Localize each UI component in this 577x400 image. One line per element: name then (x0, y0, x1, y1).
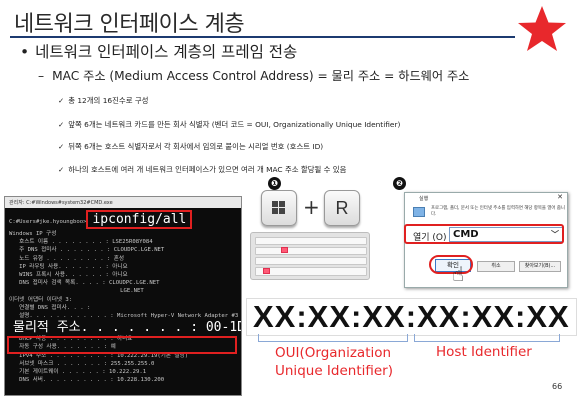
check-icon: ✓ (58, 142, 65, 151)
hand-cursor-icon: ☝ (452, 262, 465, 286)
win-key-highlight (263, 268, 270, 274)
cancel-button[interactable]: 취소 (477, 261, 515, 272)
cmd-line: WINS 프록시 사용. . . . . . : 아니요 (9, 272, 128, 279)
check-item: ✓ 앞쪽 6개는 네트워크 카드를 만든 회사 식별자 (벤더 코드 = OUI,… (58, 119, 400, 130)
step1-badge-text: ❶ (271, 179, 278, 188)
cmd-line: 서브넷 마스크 . . . . . . . : 255.255.255.0 (9, 360, 155, 367)
check-icon: ✓ (58, 120, 65, 129)
keyboard-illustration (250, 232, 370, 280)
close-icon[interactable]: ✕ (557, 193, 563, 201)
mac-format-text: XX:XX:XX:XX:XX:XX (246, 298, 577, 336)
windows-logo-icon (272, 201, 285, 214)
cmd-line: 이더넷 어댑터 이더넷 3: (9, 296, 73, 303)
title-divider (10, 36, 515, 38)
keyboard-row (255, 257, 367, 265)
cmd-line: 노드 유형 . . . . . . . . . : 혼성 (9, 255, 125, 262)
cmd-prompt: C:#Users#jke.hyoungboo> (9, 219, 87, 225)
cmd-line: IP 라우팅 사용. . . . . . . : 아니요 (9, 263, 128, 270)
cmd-line: Windows IP 구성 (9, 231, 57, 237)
cmd-command: ipconfig/all (86, 210, 193, 229)
keyboard-row (255, 237, 367, 245)
plus-sign: + (303, 195, 320, 219)
cmd-line: 호스트 이름 . . . . . . . . : LSE25R08Y084 (9, 239, 153, 246)
open-field-highlight (404, 224, 564, 244)
check-icon: ✓ (58, 96, 65, 105)
step1-badge: ❶ (268, 177, 281, 190)
check-item-text: 뒤쪽 6개는 호스트 식별자로서 각 회사에서 임의로 붙이는 시리얼 번호 (… (68, 142, 324, 151)
windows-key (261, 190, 297, 226)
run-dialog-description: 프로그램, 폴더, 문서 또는 인터넷 주소를 입력하면 해당 항목을 열어 줍… (431, 206, 565, 217)
page-title: 네트워크 인터페이스 계층 (14, 12, 245, 37)
step2-badge-text: ❷ (396, 179, 403, 188)
keyboard-row (255, 267, 367, 276)
cmd-line: DNS 서버. . . . . . . . . . : 10.228.130.2… (9, 377, 165, 384)
step2-badge: ❷ (393, 177, 406, 190)
r-key-highlight (281, 247, 288, 253)
check-item-text: 앞쪽 6개는 네트워크 카드를 만든 회사 식별자 (벤더 코드 = OUI, … (68, 120, 401, 129)
keyboard-row (255, 247, 367, 255)
bullet-level1-text: 네트워크 인터페이스 계층의 프레임 전송 (35, 43, 298, 61)
oui-brace (258, 334, 408, 342)
cmd-prompt-line: C:#Users#jke.hyoungboo> ipconfig/all (9, 210, 237, 230)
cmd-line: 설명. . . . . . . . . . . . : Microsoft Hy… (9, 313, 239, 320)
oui-label: OUI(Organization Unique Identifier) (275, 344, 393, 380)
cmd-line: 연결별 DNS 접미사. . . : (9, 304, 91, 311)
cmd-output: C:#Users#jke.hyoungboo> ipconfig/all Wind… (5, 208, 241, 386)
oui-label-line1: OUI(Organization (275, 345, 392, 361)
host-brace (414, 334, 560, 342)
run-dialog-title: 실행 (419, 196, 429, 202)
bullet-dot: • (20, 43, 30, 61)
cmd-line: 주 DNS 접미사 . . . . . . . : CLOUDPC.LGE.NE… (9, 247, 165, 254)
bullet-level1: • 네트워크 인터페이스 계층의 프레임 전송 (20, 40, 297, 62)
bullet-dash: – (38, 69, 45, 83)
page-number: 66 (552, 382, 563, 391)
host-label: Host Identifier (436, 344, 532, 360)
check-item: ✓ 하나의 호스트에 여러 개 네트워크 인터페이스가 있으면 여러 개 MAC … (58, 164, 346, 175)
cmd-line: LGE.NET (9, 288, 144, 295)
cmd-titlebar: 관리자: C:#Windows#system32#CMD.exe (5, 197, 241, 208)
check-item-text: 총 12개의 16진수로 구성 (68, 96, 149, 105)
mac-address-line: 물리적 주소. . . . . . . : 00-1D-D8-B9-C5-A1 (13, 320, 241, 336)
r-key: R (324, 190, 360, 226)
check-item-text: 하나의 호스트에 여러 개 네트워크 인터페이스가 있으면 여러 개 MAC 주… (68, 165, 347, 174)
browse-button[interactable]: 찾아보기(B)... (519, 261, 561, 272)
cmd-line: 기본 게이트웨이 . . . . . . : 10.222.29.1 (9, 369, 147, 376)
cmd-line: DNS 접미사 검색 목록. . . . : CLOUDPC.LGE.NET (9, 280, 160, 287)
check-item: ✓ 뒤쪽 6개는 호스트 식별자로서 각 회사에서 임의로 붙이는 시리얼 번호 … (58, 141, 323, 152)
check-icon: ✓ (58, 165, 65, 174)
bullet-level2: – MAC 주소 (Medium Access Control Address) … (38, 66, 469, 84)
bullet-level2-text: MAC 주소 (Medium Access Control Address) =… (52, 69, 470, 83)
run-app-icon (413, 207, 425, 217)
cmd-window: 관리자: C:#Windows#system32#CMD.exe C:#User… (4, 196, 242, 396)
check-item: ✓ 총 12개의 16진수로 구성 (58, 95, 148, 106)
star-icon (518, 6, 566, 51)
mac-address-highlight (7, 336, 237, 354)
oui-label-line2: Unique Identifier) (275, 363, 393, 379)
ok-button-highlight (429, 255, 473, 274)
